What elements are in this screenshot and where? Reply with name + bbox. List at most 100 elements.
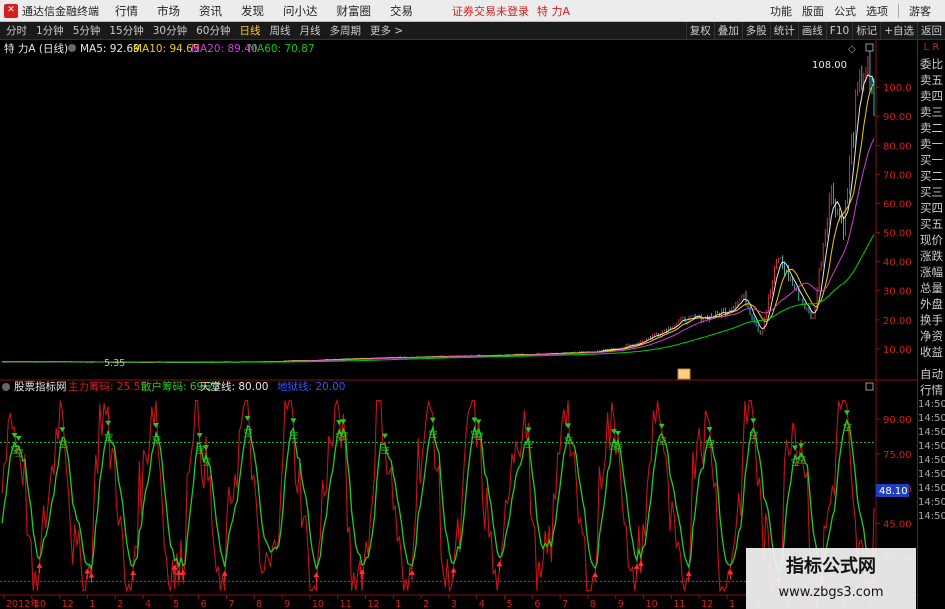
- short-signal-label: 空: [429, 429, 438, 441]
- sidebar-mode-item[interactable]: 自动: [918, 366, 945, 382]
- title-right-menu: 功能 版面 公式 选项 游客: [760, 0, 945, 22]
- sidebar-time: 14:50: [918, 441, 945, 452]
- app-logo-icon: ✕: [4, 3, 18, 18]
- sidebar-quote-item[interactable]: 净资: [918, 328, 945, 344]
- price-tick-label: 30.00: [883, 287, 912, 298]
- draw-line-button[interactable]: 画线: [797, 22, 826, 40]
- toolbar-right-buttons: 复权 叠加 多股 统计 画线 F10 标记 +自选 返回: [685, 22, 945, 40]
- menu-gongshi[interactable]: 公式: [834, 3, 856, 19]
- tab-more[interactable]: 更多 >: [370, 23, 403, 38]
- multi-stock-button[interactable]: 多股: [741, 22, 770, 40]
- short-signal-label: 空: [339, 430, 348, 442]
- tab-weekly[interactable]: 周线: [270, 23, 291, 38]
- watermark-title: 指标公式网: [786, 556, 876, 577]
- sidebar-quote-item[interactable]: 卖二: [918, 120, 945, 136]
- date-tick-label: 12: [62, 599, 74, 609]
- sell-arrow-icon: [153, 423, 160, 429]
- sell-arrow-icon: [15, 435, 22, 441]
- sidebar-mode-item[interactable]: 行情: [918, 382, 945, 398]
- menu-gongneng[interactable]: 功能: [770, 3, 792, 19]
- sidebar-quote-item[interactable]: 买五: [918, 216, 945, 232]
- sidebar-quote-item[interactable]: 卖四: [918, 88, 945, 104]
- sidebar-quote-item[interactable]: 买四: [918, 200, 945, 216]
- title-bar: ✕ 通达信金融终端 行情 市场 资讯 发现 问小达 财富圈 交易 证券交易未登录…: [0, 0, 945, 22]
- sidebar-quote-item[interactable]: 卖五: [918, 72, 945, 88]
- sidebar-quote-item[interactable]: 卖一: [918, 136, 945, 152]
- short-signal-label: 空: [381, 445, 390, 457]
- sidebar-quote-item[interactable]: 买一: [918, 152, 945, 168]
- statistics-button[interactable]: 统计: [769, 22, 798, 40]
- sidebar-quote-item[interactable]: 收益: [918, 344, 945, 360]
- fuquan-button[interactable]: 复权: [685, 22, 714, 40]
- guest-button[interactable]: 游客: [909, 3, 931, 19]
- date-tick-label: 5: [507, 599, 513, 609]
- ma10-label: MA10: 94.65: [133, 43, 200, 55]
- tab-1min[interactable]: 1分钟: [36, 23, 64, 38]
- menu-zixun[interactable]: 资讯: [199, 3, 222, 19]
- menu-shichang[interactable]: 市场: [157, 3, 180, 19]
- sidebar-quote-item[interactable]: 换手: [918, 312, 945, 328]
- event-marker-icon[interactable]: [677, 368, 691, 380]
- panel-expand-icon[interactable]: [865, 43, 874, 52]
- menu-xuanxiang[interactable]: 选项: [866, 3, 888, 19]
- buy-arrow-icon: [450, 567, 457, 573]
- menu-hangqing[interactable]: 行情: [115, 3, 138, 19]
- short-signal-label: 空: [104, 432, 113, 444]
- period-toolbar: 分时 1分钟 5分钟 15分钟 30分钟 60分钟 日线 周线 月线 多周期 更…: [0, 22, 945, 40]
- panel-diamond-icon[interactable]: ◇: [848, 44, 856, 55]
- tab-fenshi[interactable]: 分时: [6, 23, 27, 38]
- tab-daily[interactable]: 日线: [240, 23, 261, 38]
- tab-15min[interactable]: 15分钟: [109, 23, 143, 38]
- short-signal-label: 空: [289, 429, 298, 441]
- menu-wenxiaoda[interactable]: 问小达: [283, 3, 318, 19]
- sidebar-time: 14:50: [918, 455, 945, 466]
- chart-area[interactable]: 特 力A (日线) MA5: 92.69 MA10: 94.65 MA20: 8…: [0, 40, 917, 609]
- f10-button[interactable]: F10: [825, 22, 852, 40]
- sub-indicator-name: 股票指标网: [14, 380, 67, 393]
- sidebar-quote-item[interactable]: 涨幅: [918, 264, 945, 280]
- main-stock-name: 特 力A (日线): [4, 42, 68, 55]
- app-window: ✕ 通达信金融终端 行情 市场 资讯 发现 问小达 财富圈 交易 证券交易未登录…: [0, 0, 945, 609]
- sidebar-quote-item[interactable]: 涨跌: [918, 248, 945, 264]
- ma10-line: [2, 83, 875, 363]
- price-tick-label: 40.00: [883, 258, 912, 269]
- overlay-button[interactable]: 叠加: [713, 22, 742, 40]
- sidebar-quote-item[interactable]: 委比: [918, 56, 945, 72]
- sell-arrow-icon: [843, 410, 850, 416]
- tab-monthly[interactable]: 月线: [300, 23, 321, 38]
- price-tick-label: 20.00: [883, 316, 912, 327]
- date-tick-label: 9: [618, 599, 624, 609]
- sidebar-quote-item[interactable]: 总量: [918, 280, 945, 296]
- login-notice[interactable]: 证券交易未登录: [452, 3, 529, 19]
- panel-settings-icon[interactable]: [68, 44, 76, 52]
- date-tick-label: 7: [228, 599, 234, 609]
- sidebar-quote-item[interactable]: 外盘: [918, 296, 945, 312]
- sidebar-time: 14:50: [918, 511, 945, 522]
- menu-caifuquan[interactable]: 财富圈: [337, 3, 372, 19]
- add-favorite-button[interactable]: +自选: [880, 22, 917, 40]
- menu-banmian[interactable]: 版面: [802, 3, 824, 19]
- sub-panel-expand-icon[interactable]: [865, 382, 874, 391]
- short-signal-label: 空: [15, 447, 24, 459]
- sidebar-quote-item[interactable]: 现价: [918, 232, 945, 248]
- sub-panel-settings-icon[interactable]: [2, 383, 10, 391]
- short-signal-label: 空: [202, 456, 211, 468]
- sell-arrow-icon: [750, 418, 757, 424]
- back-button[interactable]: 返回: [917, 22, 945, 40]
- sidebar-quote-item[interactable]: 卖三: [918, 104, 945, 120]
- tab-5min[interactable]: 5分钟: [73, 23, 101, 38]
- menu-faxian[interactable]: 发现: [241, 3, 264, 19]
- short-signal-label: 空: [525, 438, 534, 450]
- sidebar-lr-toggle[interactable]: L R: [918, 40, 945, 56]
- sidebar-quote-item[interactable]: 买三: [918, 184, 945, 200]
- buy-arrow-icon: [496, 561, 503, 567]
- tab-30min[interactable]: 30分钟: [153, 23, 187, 38]
- date-tick-label: 10: [34, 599, 46, 609]
- tab-60min[interactable]: 60分钟: [196, 23, 230, 38]
- menu-jiaoyi[interactable]: 交易: [390, 3, 413, 19]
- sell-arrow-icon: [59, 427, 66, 433]
- tab-multi-period[interactable]: 多周期: [330, 23, 362, 38]
- mark-button[interactable]: 标记: [852, 22, 880, 40]
- sidebar-quote-item[interactable]: 买二: [918, 168, 945, 184]
- sell-arrow-icon: [615, 430, 622, 436]
